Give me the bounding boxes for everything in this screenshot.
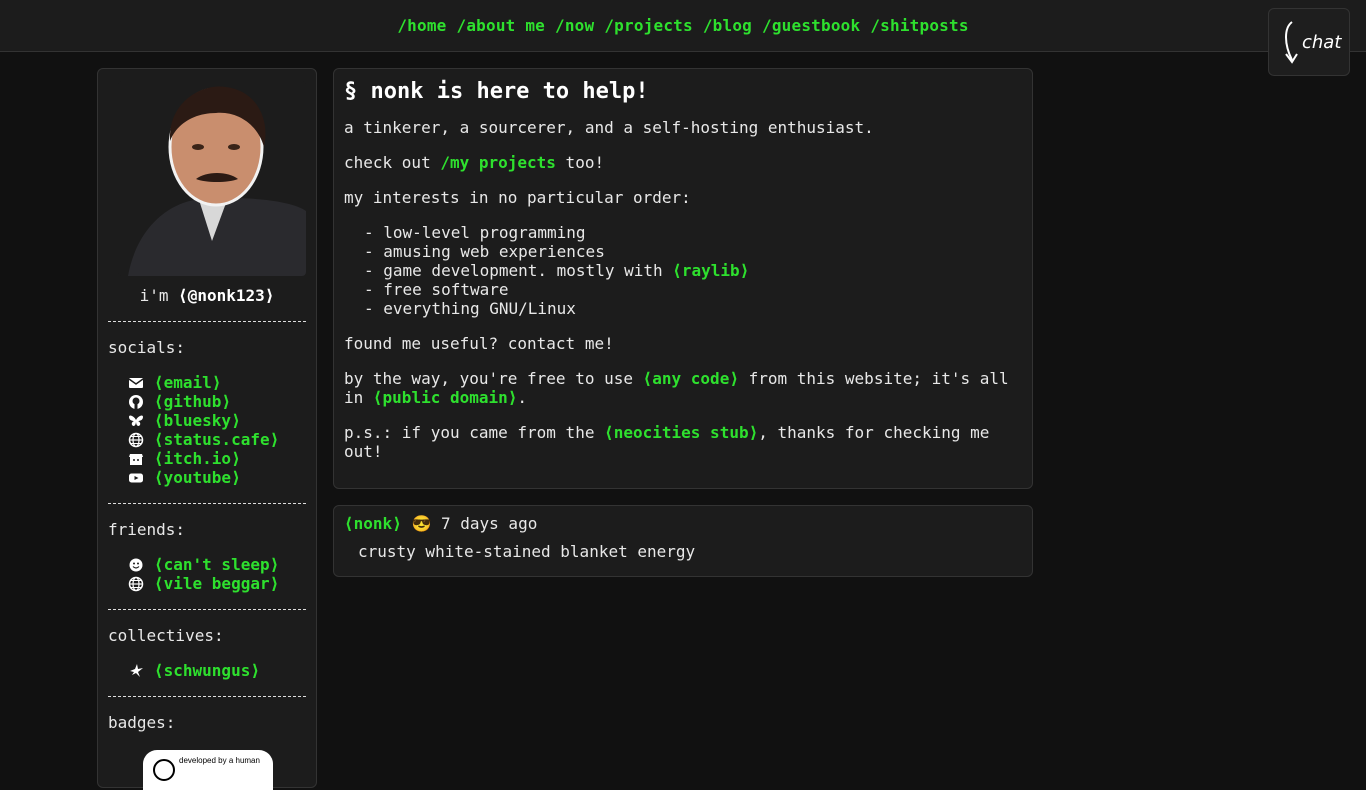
nav-shitposts-link[interactable]: /shitposts — [870, 16, 968, 35]
status-header: ⟨nonk⟩ 😎 7 days ago — [344, 514, 1022, 534]
chat-button[interactable]: chat — [1268, 8, 1350, 76]
status-emoji: 😎 — [411, 514, 432, 533]
divider — [108, 321, 306, 322]
ps-prefix: p.s.: if you came from the — [344, 423, 605, 442]
social-link-bluesky[interactable]: ⟨bluesky⟩ — [154, 411, 241, 430]
interest-item: - game development. mostly with ⟨raylib⟩ — [364, 261, 1022, 280]
friend-link-cant-sleep[interactable]: ⟨can't sleep⟩ — [154, 555, 279, 574]
social-item-status-cafe: ⟨status.cafe⟩ — [128, 430, 306, 449]
social-link-status-cafe[interactable]: ⟨status.cafe⟩ — [154, 430, 279, 449]
globe-icon — [128, 432, 144, 448]
social-item-itch: ⟨itch.io⟩ — [128, 449, 306, 468]
badge-text: developed by a human — [179, 756, 260, 765]
interest-item: - low-level programming — [364, 223, 1022, 242]
license-suffix: . — [517, 388, 528, 407]
socials-list: ⟨email⟩ ⟨github⟩ ⟨bluesky⟩ ⟨status.cafe⟩… — [108, 373, 306, 487]
nav-guestbook-link[interactable]: /guestbook — [762, 16, 860, 35]
bird-icon — [128, 663, 144, 679]
interests-heading: my interests in no particular order: — [344, 188, 691, 207]
smiley-icon — [153, 759, 175, 781]
friends-heading: friends: — [108, 520, 186, 539]
raylib-link[interactable]: ⟨raylib⟩ — [672, 261, 749, 280]
nav-blog-link[interactable]: /blog — [703, 16, 752, 35]
smiley-icon — [128, 557, 144, 573]
interest-item: - free software — [364, 280, 1022, 299]
projects-line-prefix: check out — [344, 153, 441, 172]
collectives-list: ⟨schwungus⟩ — [108, 661, 306, 680]
status-timestamp: 7 days ago — [441, 514, 538, 533]
license-line: by the way, you're free to use ⟨any code… — [344, 369, 1022, 407]
avatar — [118, 81, 306, 276]
nav-now-link[interactable]: /now — [555, 16, 594, 35]
status-author-link[interactable]: ⟨nonk⟩ — [344, 514, 402, 533]
developed-by-human-badge[interactable]: developed by a human — [143, 750, 273, 790]
status-message: crusty white-stained blanket energy — [358, 542, 696, 561]
contact-line: found me useful? contact me! — [344, 334, 614, 353]
social-item-email: ⟨email⟩ — [128, 373, 306, 392]
butterfly-icon — [128, 413, 144, 429]
globe-icon — [128, 576, 144, 592]
chat-handwritten-icon: chat — [1285, 21, 1342, 64]
nav-projects-link[interactable]: /projects — [604, 16, 693, 35]
neocities-stub-link[interactable]: ⟨neocities stub⟩ — [604, 423, 758, 442]
avatar-caption: i'm ⟨@nonk123⟩ — [108, 286, 306, 305]
license-prefix: by the way, you're free to use — [344, 369, 643, 388]
socials-heading: socials: — [108, 338, 186, 357]
nav-about-link[interactable]: /about me — [457, 16, 546, 35]
page-title: § nonk is here to help! — [344, 79, 649, 104]
social-link-github[interactable]: ⟨github⟩ — [154, 392, 231, 411]
github-icon — [128, 394, 144, 410]
social-link-email[interactable]: ⟨email⟩ — [154, 373, 221, 392]
interest-text: - low-level programming — [364, 223, 586, 242]
intro-card: § nonk is here to help! a tinkerer, a so… — [333, 68, 1033, 489]
itch-icon — [128, 451, 144, 467]
youtube-icon — [128, 470, 144, 486]
badges-heading: badges: — [108, 713, 176, 732]
divider — [108, 696, 306, 697]
social-item-github: ⟨github⟩ — [128, 392, 306, 411]
interest-text: - everything GNU/Linux — [364, 299, 576, 318]
interest-text: - game development. mostly with — [364, 261, 673, 280]
main-nav: /home /about me /now /projects /blog /gu… — [397, 16, 968, 35]
chat-label: chat — [1302, 32, 1342, 53]
top-navigation-bar: /home /about me /now /projects /blog /gu… — [0, 0, 1366, 52]
interests-list: - low-level programming - amusing web ex… — [344, 223, 1022, 318]
interest-item: - everything GNU/Linux — [364, 299, 1022, 318]
social-item-youtube: ⟨youtube⟩ — [128, 468, 306, 487]
interest-text: - amusing web experiences — [364, 242, 605, 261]
collectives-heading: collectives: — [108, 626, 224, 645]
public-domain-link[interactable]: ⟨public domain⟩ — [373, 388, 518, 407]
status-card: ⟨nonk⟩ 😎 7 days ago crusty white-stained… — [333, 505, 1033, 577]
collective-link-schwungus[interactable]: ⟨schwungus⟩ — [154, 661, 260, 680]
intro-text: a tinkerer, a sourcerer, and a self-host… — [344, 118, 874, 137]
any-code-link[interactable]: ⟨any code⟩ — [643, 369, 739, 388]
friend-item-cant-sleep: ⟨can't sleep⟩ — [128, 555, 306, 574]
social-link-youtube[interactable]: ⟨youtube⟩ — [154, 468, 241, 487]
friend-link-vile-beggar[interactable]: ⟨vile beggar⟩ — [154, 574, 279, 593]
collective-item-schwungus: ⟨schwungus⟩ — [128, 661, 306, 680]
handle-text: ⟨@nonk123⟩ — [178, 286, 275, 305]
interest-item: - amusing web experiences — [364, 242, 1022, 261]
social-item-bluesky: ⟨bluesky⟩ — [128, 411, 306, 430]
nav-home-link[interactable]: /home — [397, 16, 446, 35]
divider — [108, 503, 306, 504]
profile-sidebar: i'm ⟨@nonk123⟩ socials: ⟨email⟩ ⟨github⟩… — [97, 68, 317, 790]
my-projects-link[interactable]: /my projects — [440, 153, 556, 172]
friends-list: ⟨can't sleep⟩ ⟨vile beggar⟩ — [108, 555, 306, 593]
projects-line-suffix: too! — [555, 153, 605, 172]
caption-prefix: i'm — [139, 286, 179, 305]
friend-item-vile-beggar: ⟨vile beggar⟩ — [128, 574, 306, 593]
ps-line: p.s.: if you came from the ⟨neocities st… — [344, 423, 1022, 461]
interest-text: - free software — [364, 280, 509, 299]
envelope-icon — [128, 375, 144, 391]
projects-line: check out /my projects too! — [344, 153, 1022, 172]
divider — [108, 609, 306, 610]
social-link-itch[interactable]: ⟨itch.io⟩ — [154, 449, 241, 468]
